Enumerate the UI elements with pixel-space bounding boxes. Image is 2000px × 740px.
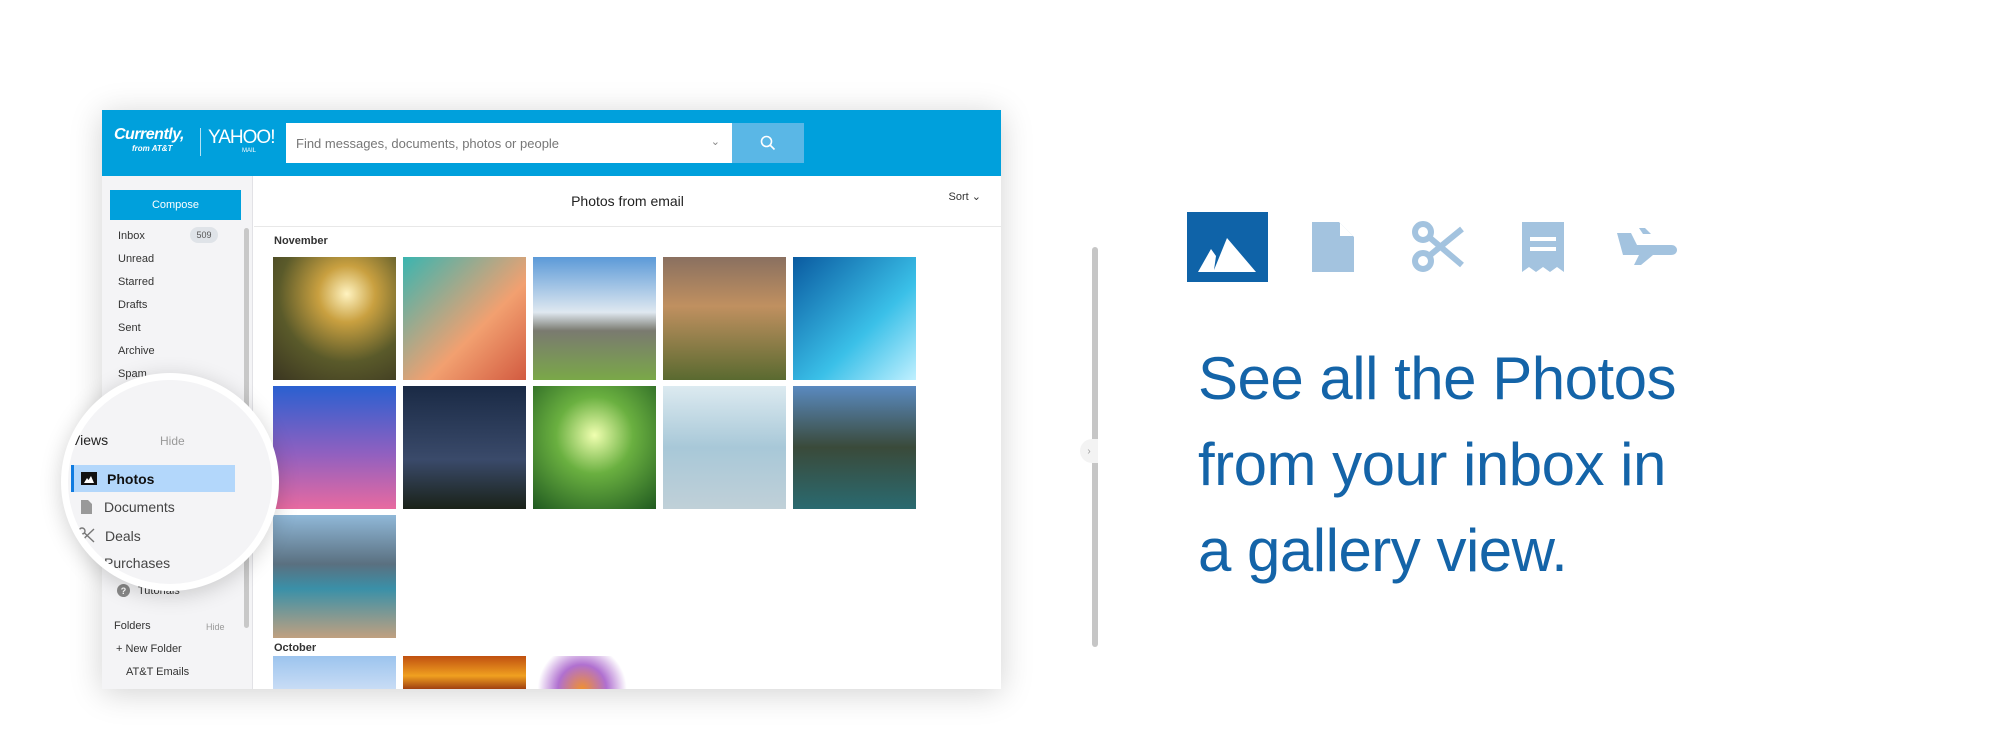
photo-thumbnail[interactable] bbox=[403, 386, 526, 509]
photo-icon bbox=[1187, 212, 1268, 282]
search-placeholder: Find messages, documents, photos or peop… bbox=[296, 135, 560, 151]
deals-label: Deals bbox=[105, 527, 141, 544]
logo-partner-sub: MAIL bbox=[242, 148, 257, 154]
logo-partner: YAHOO! bbox=[208, 127, 275, 148]
scissors-icon bbox=[1412, 221, 1464, 272]
new-folder-button[interactable]: + New Folder bbox=[116, 643, 182, 655]
headline-line: from your inbox in bbox=[1198, 431, 1666, 498]
photo-gallery: Photos from email Sort ⌄ November Octobe… bbox=[254, 176, 1098, 689]
photo-thumbnail[interactable] bbox=[273, 515, 396, 638]
logo-sub: from AT&T bbox=[132, 144, 173, 153]
scissors-icon bbox=[78, 527, 95, 544]
views-title: Views bbox=[71, 432, 109, 448]
photo-thumbnail[interactable] bbox=[663, 257, 786, 380]
search-input[interactable]: Find messages, documents, photos or peop… bbox=[286, 123, 732, 163]
document-icon bbox=[1312, 222, 1354, 272]
photo-thumbnail[interactable] bbox=[273, 257, 396, 380]
sidebar-item-drafts[interactable]: Drafts bbox=[118, 299, 147, 311]
month-label: November bbox=[274, 235, 328, 247]
documents-label: Documents bbox=[104, 499, 175, 515]
folders-title: Folders bbox=[114, 620, 151, 632]
headline-line: a gallery view. bbox=[1198, 517, 1568, 584]
month-label: October bbox=[274, 642, 317, 654]
photo-thumbnail[interactable] bbox=[663, 386, 786, 509]
sort-label: Sort bbox=[948, 191, 969, 203]
sidebar-item-photos[interactable]: Photos bbox=[71, 465, 235, 492]
less-link[interactable]: Less bbox=[80, 396, 103, 408]
photo-icon bbox=[81, 472, 97, 485]
collapse-panel-button[interactable]: › bbox=[1080, 439, 1098, 463]
photo-thumbnail[interactable] bbox=[273, 656, 396, 689]
sidebar-item-deals[interactable]: Deals bbox=[78, 527, 141, 544]
page-title: Photos from email bbox=[254, 176, 1001, 227]
headline-line: See all the Photos bbox=[1198, 345, 1677, 412]
photo-thumbnail[interactable] bbox=[403, 656, 526, 689]
help-icon: ? bbox=[117, 584, 130, 597]
photos-label: Photos bbox=[107, 470, 155, 487]
search-icon bbox=[760, 135, 776, 151]
photo-thumbnail[interactable] bbox=[533, 656, 656, 689]
photo-thumbnail[interactable] bbox=[533, 257, 656, 380]
sidebar-item-sent[interactable]: Sent bbox=[118, 322, 141, 334]
chevron-down-icon[interactable]: ⌄ bbox=[711, 135, 720, 148]
search-button[interactable] bbox=[732, 123, 804, 163]
chevron-right-icon: › bbox=[1087, 445, 1091, 457]
views-hide[interactable]: Hide bbox=[160, 434, 185, 448]
receipt-icon bbox=[81, 556, 92, 570]
folder-item[interactable]: AT&T Emails bbox=[126, 666, 189, 678]
photo-thumbnail[interactable] bbox=[793, 386, 916, 509]
photo-thumbnail[interactable] bbox=[533, 386, 656, 509]
logo-divider bbox=[200, 128, 201, 156]
sidebar-item-archive[interactable]: Archive bbox=[118, 345, 155, 357]
page-title-text: Photos from email bbox=[571, 193, 684, 209]
sidebar-item-unread[interactable]: Unread bbox=[118, 253, 154, 265]
photo-thumbnail[interactable] bbox=[403, 257, 526, 380]
sidebar-item-starred[interactable]: Starred bbox=[118, 276, 154, 288]
sidebar-item-documents[interactable]: Documents bbox=[81, 499, 175, 515]
sidebar-item-inbox[interactable]: Inbox bbox=[118, 230, 145, 242]
logo-brand: Currently, bbox=[114, 126, 184, 143]
photo-thumbnail[interactable] bbox=[793, 257, 916, 380]
header: Currently, from AT&T YAHOO! MAIL Find me… bbox=[102, 110, 1001, 176]
compose-button[interactable]: Compose bbox=[110, 190, 241, 220]
views-magnifier: Less Views Hide Photos Documents Deals P… bbox=[61, 373, 279, 591]
sort-dropdown[interactable]: Sort ⌄ bbox=[949, 190, 981, 203]
sidebar-item-purchases[interactable]: Purchases bbox=[81, 555, 170, 571]
airplane-icon bbox=[1617, 228, 1677, 265]
document-icon bbox=[81, 500, 92, 514]
inbox-count-badge: 509 bbox=[190, 227, 218, 243]
photo-thumbnail[interactable] bbox=[273, 386, 396, 509]
promo-headline: See all the Photos from your inbox in a … bbox=[1198, 336, 1677, 594]
folders-hide[interactable]: Hide bbox=[206, 622, 225, 632]
chevron-down-icon: ⌄ bbox=[971, 191, 981, 203]
receipt-icon bbox=[1522, 222, 1564, 272]
purchases-label: Purchases bbox=[104, 555, 171, 571]
